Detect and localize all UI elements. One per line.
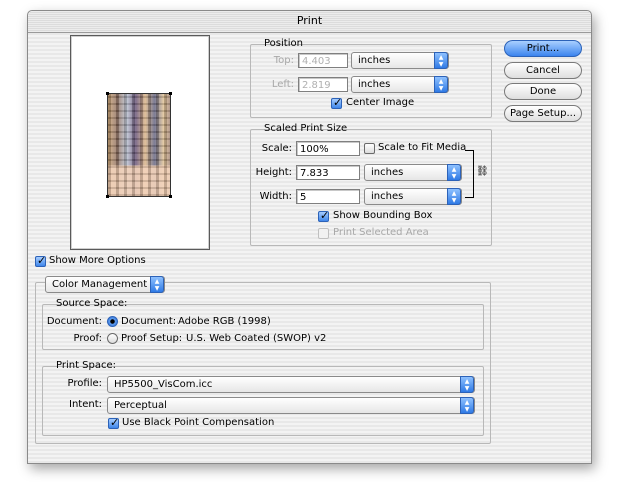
print-space-title: Print Space: [56,360,117,371]
position-title: Position [264,38,303,49]
intent-select[interactable]: Perceptual ▲ ▼ [107,397,475,414]
show-more-options-label: Show More Options [49,255,146,266]
up-down-arrows-icon: ▲ ▼ [150,276,164,293]
height-field[interactable]: 7.833 [296,165,360,180]
height-unit-value: inches [371,167,404,178]
resize-handle[interactable] [169,195,172,198]
resize-handle[interactable] [106,195,109,198]
center-image-checkbox[interactable] [331,96,342,109]
left-field[interactable]: 2.819 [298,77,348,92]
top-unit-select[interactable]: inches ▲ ▼ [351,52,449,69]
left-unit-select[interactable]: inches ▲ ▼ [351,76,449,93]
document-profile: Adobe RGB (1998) [178,316,271,327]
left-unit-value: inches [358,79,391,90]
print-selected-area-label: Print Selected Area [333,227,429,238]
up-down-arrows-icon: ▲ ▼ [447,164,461,181]
print-dialog: Print Print... Cancel Done Page Setup...… [27,10,592,464]
page-setup-button[interactable]: Page Setup... [504,105,582,122]
source-space-title: Source Space: [56,298,128,309]
scale-label: Scale: [261,143,292,154]
window-title: Print [28,11,591,33]
up-down-arrows-icon: ▲ ▼ [460,397,474,414]
print-button[interactable]: Print... [504,40,582,57]
document-option-label: Document: [121,316,177,327]
document-label: Document: [46,316,102,327]
profile-label: Profile: [67,378,102,389]
width-field[interactable]: 5 [296,189,360,204]
proof-label: Proof: [73,333,102,344]
black-point-checkbox[interactable] [108,416,119,429]
profile-value: HP5500_VisCom.icc [114,379,213,390]
cancel-button[interactable]: Cancel [504,62,582,79]
width-unit-select[interactable]: inches ▲ ▼ [364,188,462,205]
proof-option-label: Proof Setup: [121,333,183,344]
intent-value: Perceptual [114,400,167,411]
width-unit-value: inches [371,191,404,202]
proportion-bracket [465,150,474,198]
options-mode-select[interactable]: Color Management ▲ ▼ [45,276,165,293]
scale-field[interactable]: 100% [296,141,360,156]
up-down-arrows-icon: ▲ ▼ [434,52,448,69]
show-bounding-box-label: Show Bounding Box [333,210,433,221]
scale-to-fit-label: Scale to Fit Media [378,142,467,153]
top-unit-value: inches [358,55,391,66]
up-down-arrows-icon: ▲ ▼ [447,188,461,205]
height-label: Height: [255,167,292,178]
top-field[interactable]: 4.403 [298,53,348,68]
image-thumbnail[interactable] [106,92,172,198]
profile-select[interactable]: HP5500_VisCom.icc ▲ ▼ [107,376,475,393]
proof-radio[interactable] [107,333,118,344]
top-label: Top: [273,55,294,66]
proof-profile: U.S. Web Coated (SWOP) v2 [186,333,327,344]
black-point-label: Use Black Point Compensation [122,417,275,428]
print-selected-area-checkbox[interactable] [318,228,329,239]
chain-link-icon[interactable]: ⛓ [476,166,489,177]
intent-label: Intent: [69,399,102,410]
resize-handle[interactable] [106,92,109,95]
width-label: Width: [259,191,292,202]
up-down-arrows-icon: ▲ ▼ [460,376,474,393]
print-preview [70,35,210,250]
left-label: Left: [271,79,294,90]
show-bounding-box-checkbox[interactable] [318,209,329,222]
up-down-arrows-icon: ▲ ▼ [434,76,448,93]
show-more-options-checkbox[interactable] [35,254,46,267]
scaled-print-size-title: Scaled Print Size [264,123,348,134]
options-mode-value: Color Management [52,279,148,290]
done-button[interactable]: Done [504,83,582,100]
scale-to-fit-checkbox[interactable] [364,143,375,154]
height-unit-select[interactable]: inches ▲ ▼ [364,164,462,181]
center-image-label: Center Image [346,97,415,108]
document-radio[interactable] [107,316,118,327]
resize-handle[interactable] [169,92,172,95]
